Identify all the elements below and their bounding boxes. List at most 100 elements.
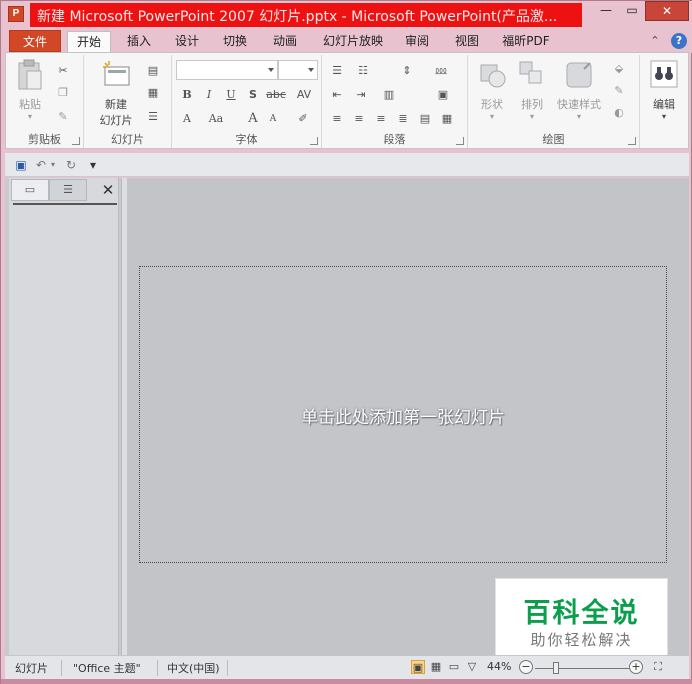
new-slide-icon [103, 61, 130, 86]
status-bar: 幻灯片 "Office 主题" 中文(中国) ▣ ▦ ▭ ▽ 44% − + ⛶ [5, 655, 689, 679]
font-launcher-icon[interactable] [310, 137, 318, 145]
paste-button[interactable]: 粘贴 ▾ [12, 59, 48, 121]
align-left-icon[interactable]: ≡ [328, 111, 346, 127]
watermark-subtitle: 助你轻松解决 [530, 631, 633, 649]
shape-fill-icon[interactable]: ⬙ [610, 61, 628, 77]
zoom-in-button[interactable]: + [629, 660, 643, 674]
char-spacing-button[interactable]: AV [292, 87, 316, 103]
group-paragraph: ☰ ☷ ⇕ ⅏ ⇤ ⇥ ▥ ▣ ≡ ≡ ≡ ≣ ▤ ▦ 段落 [322, 55, 468, 148]
paste-icon [18, 59, 42, 90]
new-slide-label-2: 幻灯片 [99, 114, 133, 127]
slides-tab-icon[interactable]: ▭ [11, 179, 49, 201]
strikethrough-button[interactable]: abc [264, 87, 288, 103]
new-slide-label-1: 新建 [105, 98, 127, 111]
status-language[interactable]: 中文(中国) [167, 660, 220, 676]
reset-icon[interactable]: ▦ [144, 85, 162, 101]
paragraph-group-label: 段落 [383, 133, 406, 146]
minimize-button[interactable]: — [593, 1, 619, 21]
numbering-icon[interactable]: ☷ [354, 63, 372, 79]
undo-dropdown-icon[interactable]: ▾ [45, 157, 61, 173]
outline-tab-icon[interactable]: ☰ [49, 179, 87, 201]
zoom-slider-track[interactable] [535, 668, 631, 669]
align-text-icon[interactable]: ▣ [434, 87, 452, 103]
close-pane-icon[interactable]: ✕ [99, 181, 117, 199]
slide-sorter-icon[interactable]: ▦ [429, 660, 443, 674]
shadow-button[interactable]: S [244, 87, 262, 103]
increase-indent-icon[interactable]: ⇥ [352, 87, 370, 103]
save-icon[interactable]: ▣ [13, 157, 29, 173]
window-controls: — ▭ ✕ [593, 1, 689, 21]
normal-view-icon[interactable]: ▣ [411, 660, 425, 674]
tab-slideshow[interactable]: 幻灯片放映 [317, 31, 389, 53]
tab-insert[interactable]: 插入 [119, 31, 159, 53]
editing-button[interactable]: 编辑 ▾ [646, 59, 682, 121]
italic-button[interactable]: I [200, 87, 218, 103]
tab-file[interactable]: 文件 [9, 30, 61, 52]
collapse-ribbon-icon[interactable]: ⌃ [647, 33, 663, 49]
zoom-level[interactable]: 44% [487, 660, 511, 673]
tab-animations[interactable]: 动画 [265, 31, 305, 53]
maximize-button[interactable]: ▭ [619, 1, 645, 21]
font-group-label: 字体 [235, 133, 258, 146]
smartart-icon[interactable]: ▦ [438, 111, 456, 127]
zoom-out-button[interactable]: − [519, 660, 533, 674]
slides-group-label: 幻灯片 [111, 133, 144, 146]
shapes-label: 形状 [481, 98, 503, 111]
clear-format-icon[interactable]: ✐ [294, 111, 312, 127]
zoom-slider-thumb[interactable] [553, 662, 559, 674]
section-icon[interactable]: ☰ [144, 109, 162, 125]
font-color-button[interactable]: A [178, 111, 196, 127]
font-name-combo[interactable] [176, 60, 278, 80]
group-font: B I U S abc AV A Aa A A ✐ 字体 [172, 55, 322, 148]
customize-qat-icon[interactable]: ▾ [85, 157, 101, 173]
shrink-font-button[interactable]: A [264, 111, 282, 127]
reading-view-icon[interactable]: ▭ [447, 660, 461, 674]
align-center-icon[interactable]: ≡ [350, 111, 368, 127]
tab-review[interactable]: 审阅 [397, 31, 437, 53]
format-painter-icon[interactable]: ✎ [54, 109, 72, 125]
grow-font-button[interactable]: A [244, 111, 262, 127]
tab-design[interactable]: 设计 [167, 31, 207, 53]
new-slide-button[interactable]: 新建 幻灯片 [92, 59, 140, 128]
change-case-button[interactable]: Aa [204, 111, 228, 127]
slide-placeholder-text: 单击此处添加第一张幻灯片 [301, 408, 505, 428]
bold-button[interactable]: B [178, 87, 196, 103]
tab-view[interactable]: 视图 [447, 31, 487, 53]
columns-icon[interactable]: ▥ [380, 87, 398, 103]
tab-right-icons: ⌃ ? [647, 33, 687, 49]
redo-icon[interactable]: ↻ [63, 157, 79, 173]
shape-outline-icon[interactable]: ✎ [610, 83, 628, 99]
arrange-button[interactable]: 排列 ▾ [514, 59, 550, 121]
cut-icon[interactable]: ✂ [54, 63, 72, 79]
editing-dropdown-icon: ▾ [661, 112, 666, 121]
copy-icon[interactable]: ❐ [54, 85, 72, 101]
powerpoint-app-icon[interactable]: P [8, 6, 24, 22]
line-spacing-icon[interactable]: ⇕ [398, 63, 416, 79]
help-icon[interactable]: ? [671, 33, 687, 49]
tab-home[interactable]: 开始 [67, 31, 111, 54]
paste-label: 粘贴 [19, 98, 41, 111]
paragraph-launcher-icon[interactable] [456, 137, 464, 145]
slide-placeholder[interactable]: 单击此处添加第一张幻灯片 [139, 266, 667, 563]
quick-styles-button[interactable]: 快速样式 ▾ [552, 59, 606, 121]
slideshow-view-icon[interactable]: ▽ [465, 660, 479, 674]
bullets-icon[interactable]: ☰ [328, 63, 346, 79]
tab-transitions[interactable]: 切换 [215, 31, 255, 53]
font-size-combo[interactable] [278, 60, 318, 80]
justify-icon[interactable]: ≣ [394, 111, 412, 127]
editing-label: 编辑 [653, 98, 675, 111]
drawing-launcher-icon[interactable] [628, 137, 636, 145]
text-direction-icon[interactable]: ⅏ [432, 63, 450, 79]
chevron-down-icon [268, 68, 274, 72]
decrease-indent-icon[interactable]: ⇤ [328, 87, 346, 103]
distributed-icon[interactable]: ▤ [416, 111, 434, 127]
shape-effects-icon[interactable]: ◐ [610, 105, 628, 121]
shapes-button[interactable]: 形状 ▾ [474, 59, 510, 121]
align-right-icon[interactable]: ≡ [372, 111, 390, 127]
layout-icon[interactable]: ▤ [144, 63, 162, 79]
tab-foxit-pdf[interactable]: 福昕PDF [495, 31, 557, 53]
underline-button[interactable]: U [222, 87, 240, 103]
clipboard-launcher-icon[interactable] [72, 137, 80, 145]
close-button[interactable]: ✕ [645, 1, 689, 21]
fit-to-window-icon[interactable]: ⛶ [651, 660, 665, 674]
